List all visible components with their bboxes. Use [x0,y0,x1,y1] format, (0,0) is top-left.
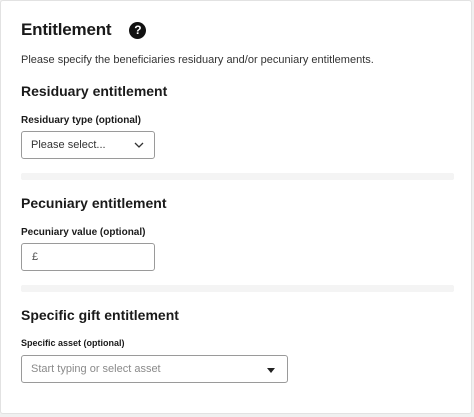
residuary-type-label: Residuary type (optional) [21,115,142,126]
pecuniary-value-label: Pecuniary value (optional) [21,227,146,238]
pecuniary-value-field[interactable]: £ [21,243,155,271]
specific-gift-heading: Specific gift entitlement [21,307,179,323]
residuary-heading: Residuary entitlement [21,83,168,99]
specific-asset-input[interactable] [22,362,253,376]
section-divider [21,285,454,292]
entitlement-card: Entitlement ? Please specify the benefic… [0,0,472,414]
currency-prefix: £ [32,251,39,263]
pecuniary-heading: Pecuniary entitlement [21,195,167,211]
caret-down-icon[interactable] [267,368,275,373]
title-row: Entitlement ? [21,20,147,40]
residuary-type-select[interactable]: Please select... [21,131,155,159]
chevron-down-icon [134,142,144,148]
page-title: Entitlement [21,20,112,39]
section-divider [21,173,454,180]
pecuniary-value-input[interactable] [38,250,145,264]
help-icon[interactable]: ? [129,21,147,39]
specific-asset-label: Specific asset (optional) [21,338,125,348]
intro-text: Please specify the beneficiaries residua… [21,54,374,66]
residuary-type-value: Please select... [31,139,106,151]
specific-asset-combobox[interactable] [21,355,288,383]
